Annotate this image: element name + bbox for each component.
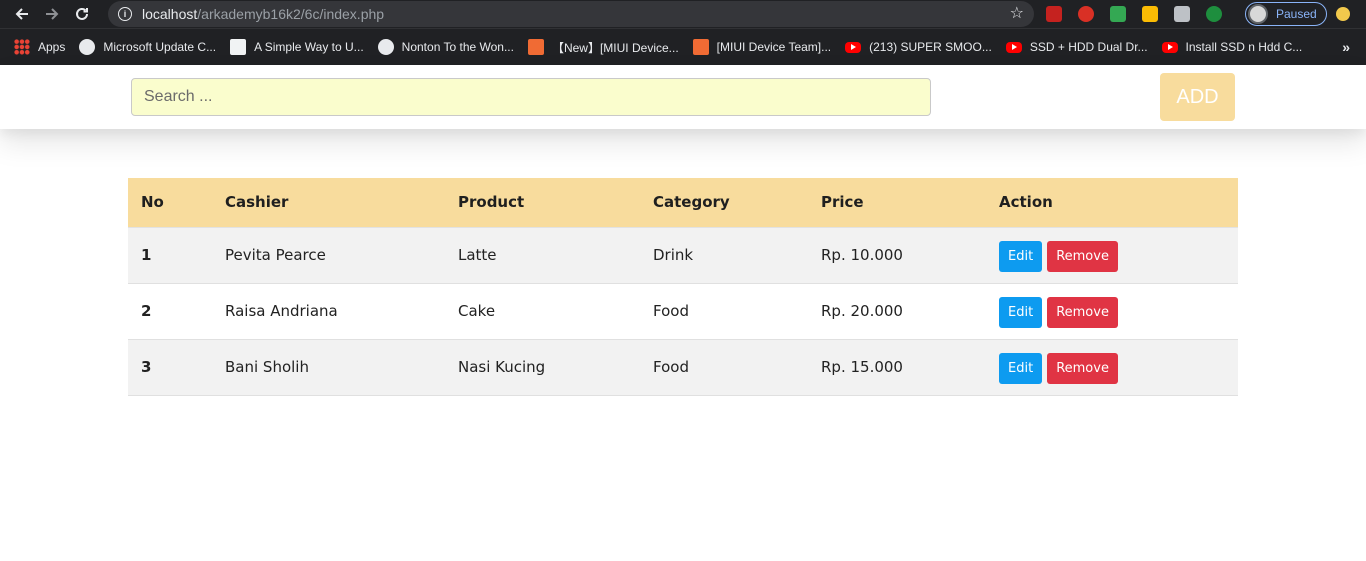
back-arrow-icon[interactable] (7, 0, 37, 28)
cashier-cell: Pevita Pearce (225, 246, 326, 264)
edit-button[interactable]: Edit (999, 352, 1043, 384)
profile-button[interactable]: Paused (1245, 2, 1327, 26)
miui-icon (527, 39, 544, 55)
address-bar[interactable]: i localhost/arkademyb16k2/6c/index.php ☆ (108, 1, 1034, 27)
price-cell: Rp. 15.000 (821, 358, 903, 376)
bookmark-label: [MIUI Device Team]... (716, 40, 832, 54)
bookmark-item[interactable]: A Simple Way to U... (230, 39, 364, 55)
add-button[interactable]: ADD (1160, 73, 1235, 121)
cors-extension-icon[interactable] (1110, 6, 1126, 22)
profile-status: Paused (1276, 7, 1317, 21)
edit-button[interactable]: Edit (999, 240, 1043, 272)
remove-button[interactable]: Remove (1047, 296, 1118, 328)
price-cell: Rp. 20.000 (821, 302, 903, 320)
category-cell: Food (653, 302, 689, 320)
bookmarks-bar: Apps Microsoft Update C... A Simple Way to… (0, 28, 1366, 65)
no-cell: 1 (141, 246, 152, 264)
youtube-icon (1161, 41, 1178, 53)
more-bookmarks-icon[interactable]: » (1342, 39, 1350, 55)
update-icon[interactable] (1336, 7, 1350, 21)
v-extension-icon[interactable] (1142, 6, 1158, 22)
product-cell: Nasi Kucing (458, 358, 546, 376)
bookmark-item[interactable]: [MIUI Device Team]... (692, 39, 832, 55)
column-header-action: Action (986, 178, 1238, 228)
url-host: localhost (142, 6, 198, 22)
product-cell: Latte (458, 246, 497, 264)
search-input[interactable] (131, 78, 931, 116)
bookmark-item[interactable]: Microsoft Update C... (79, 39, 216, 55)
table-row: 3 Bani Sholih Nasi Kucing Food Rp. 15.000 Edi… (128, 339, 1238, 395)
bookmark-item[interactable]: SSD + HDD Dual Dr... (1005, 40, 1148, 54)
row-actions: Edit Remove (999, 351, 1238, 384)
bookmark-label: SSD + HDD Dual Dr... (1029, 40, 1148, 54)
globe-icon (377, 39, 394, 55)
bookmark-star-icon[interactable]: ☆ (1010, 5, 1024, 23)
browser-toolbar: i localhost/arkademyb16k2/6c/index.php ☆… (0, 0, 1366, 28)
cashier-table: No Cashier Product Category Price Action… (128, 178, 1238, 396)
globe-icon (79, 39, 96, 55)
table-row: 1 Pevita Pearce Latte Drink Rp. 10.000 Edit Re… (128, 227, 1238, 283)
miui-icon (692, 39, 709, 55)
column-header-product: Product (445, 178, 640, 228)
category-cell: Food (653, 358, 689, 376)
adblock-extension-icon[interactable] (1078, 6, 1094, 22)
leaf-extension-icon[interactable] (1206, 6, 1222, 22)
bookmark-label: Apps (38, 40, 66, 54)
no-cell: 3 (141, 358, 152, 376)
reload-icon[interactable] (67, 0, 97, 28)
url-text[interactable]: localhost/arkademyb16k2/6c/index.php (142, 6, 384, 22)
action-cell: Edit Remove (986, 283, 1238, 339)
bookmark-label: Microsoft Update C... (103, 40, 217, 54)
action-cell: Edit Remove (986, 227, 1238, 283)
site-info-icon[interactable]: i (118, 7, 132, 21)
table-row: 2 Raisa Andriana Cake Food Rp. 20.000 Edit Rem… (128, 283, 1238, 339)
table-header-row: No Cashier Product Category Price Action (128, 178, 1238, 228)
apps-icon (14, 39, 30, 55)
remove-button[interactable]: Remove (1047, 352, 1118, 384)
cashier-cell: Bani Sholih (225, 358, 309, 376)
column-header-no: No (128, 178, 212, 228)
youtube-icon (1005, 41, 1022, 53)
bookmark-label: (213) SUPER SMOO... (869, 40, 992, 54)
header-bar: ADD (0, 65, 1366, 129)
bookmark-item[interactable]: Apps (14, 39, 65, 55)
youtube-icon (845, 41, 862, 53)
cube-extension-icon[interactable] (1174, 6, 1190, 22)
bookmark-item[interactable]: (213) SUPER SMOO... (845, 40, 992, 54)
product-cell: Cake (458, 302, 496, 320)
column-header-price: Price (808, 178, 986, 228)
pdf-extension-icon[interactable] (1046, 6, 1062, 22)
price-cell: Rp. 10.000 (821, 246, 903, 264)
bookmark-item[interactable]: Install SSD n Hdd C... (1161, 40, 1303, 54)
bookmark-label: 【New】[MIUI Device... (551, 40, 679, 55)
bookmark-item[interactable]: 【New】[MIUI Device... (527, 39, 679, 56)
category-cell: Drink (653, 246, 694, 264)
bookmark-label: Nonton To the Won... (401, 40, 514, 54)
column-header-category: Category (640, 178, 808, 228)
forward-arrow-icon[interactable] (37, 0, 67, 28)
action-cell: Edit Remove (986, 339, 1238, 395)
bookmark-label: Install SSD n Hdd C... (1185, 40, 1303, 54)
document-icon (230, 39, 247, 55)
bookmark-item[interactable]: Nonton To the Won... (377, 39, 514, 55)
row-actions: Edit Remove (999, 295, 1238, 328)
bookmark-label: A Simple Way to U... (254, 40, 364, 54)
avatar (1248, 4, 1268, 24)
url-path: /arkademyb16k2/6c/index.php (197, 6, 385, 22)
cashier-cell: Raisa Andriana (225, 302, 338, 320)
remove-button[interactable]: Remove (1047, 240, 1118, 272)
column-header-cashier: Cashier (212, 178, 445, 228)
row-actions: Edit Remove (999, 239, 1238, 272)
page-content: ADD No Cashier Product Category Price Ac… (0, 65, 1366, 561)
edit-button[interactable]: Edit (999, 296, 1043, 328)
no-cell: 2 (141, 302, 152, 320)
